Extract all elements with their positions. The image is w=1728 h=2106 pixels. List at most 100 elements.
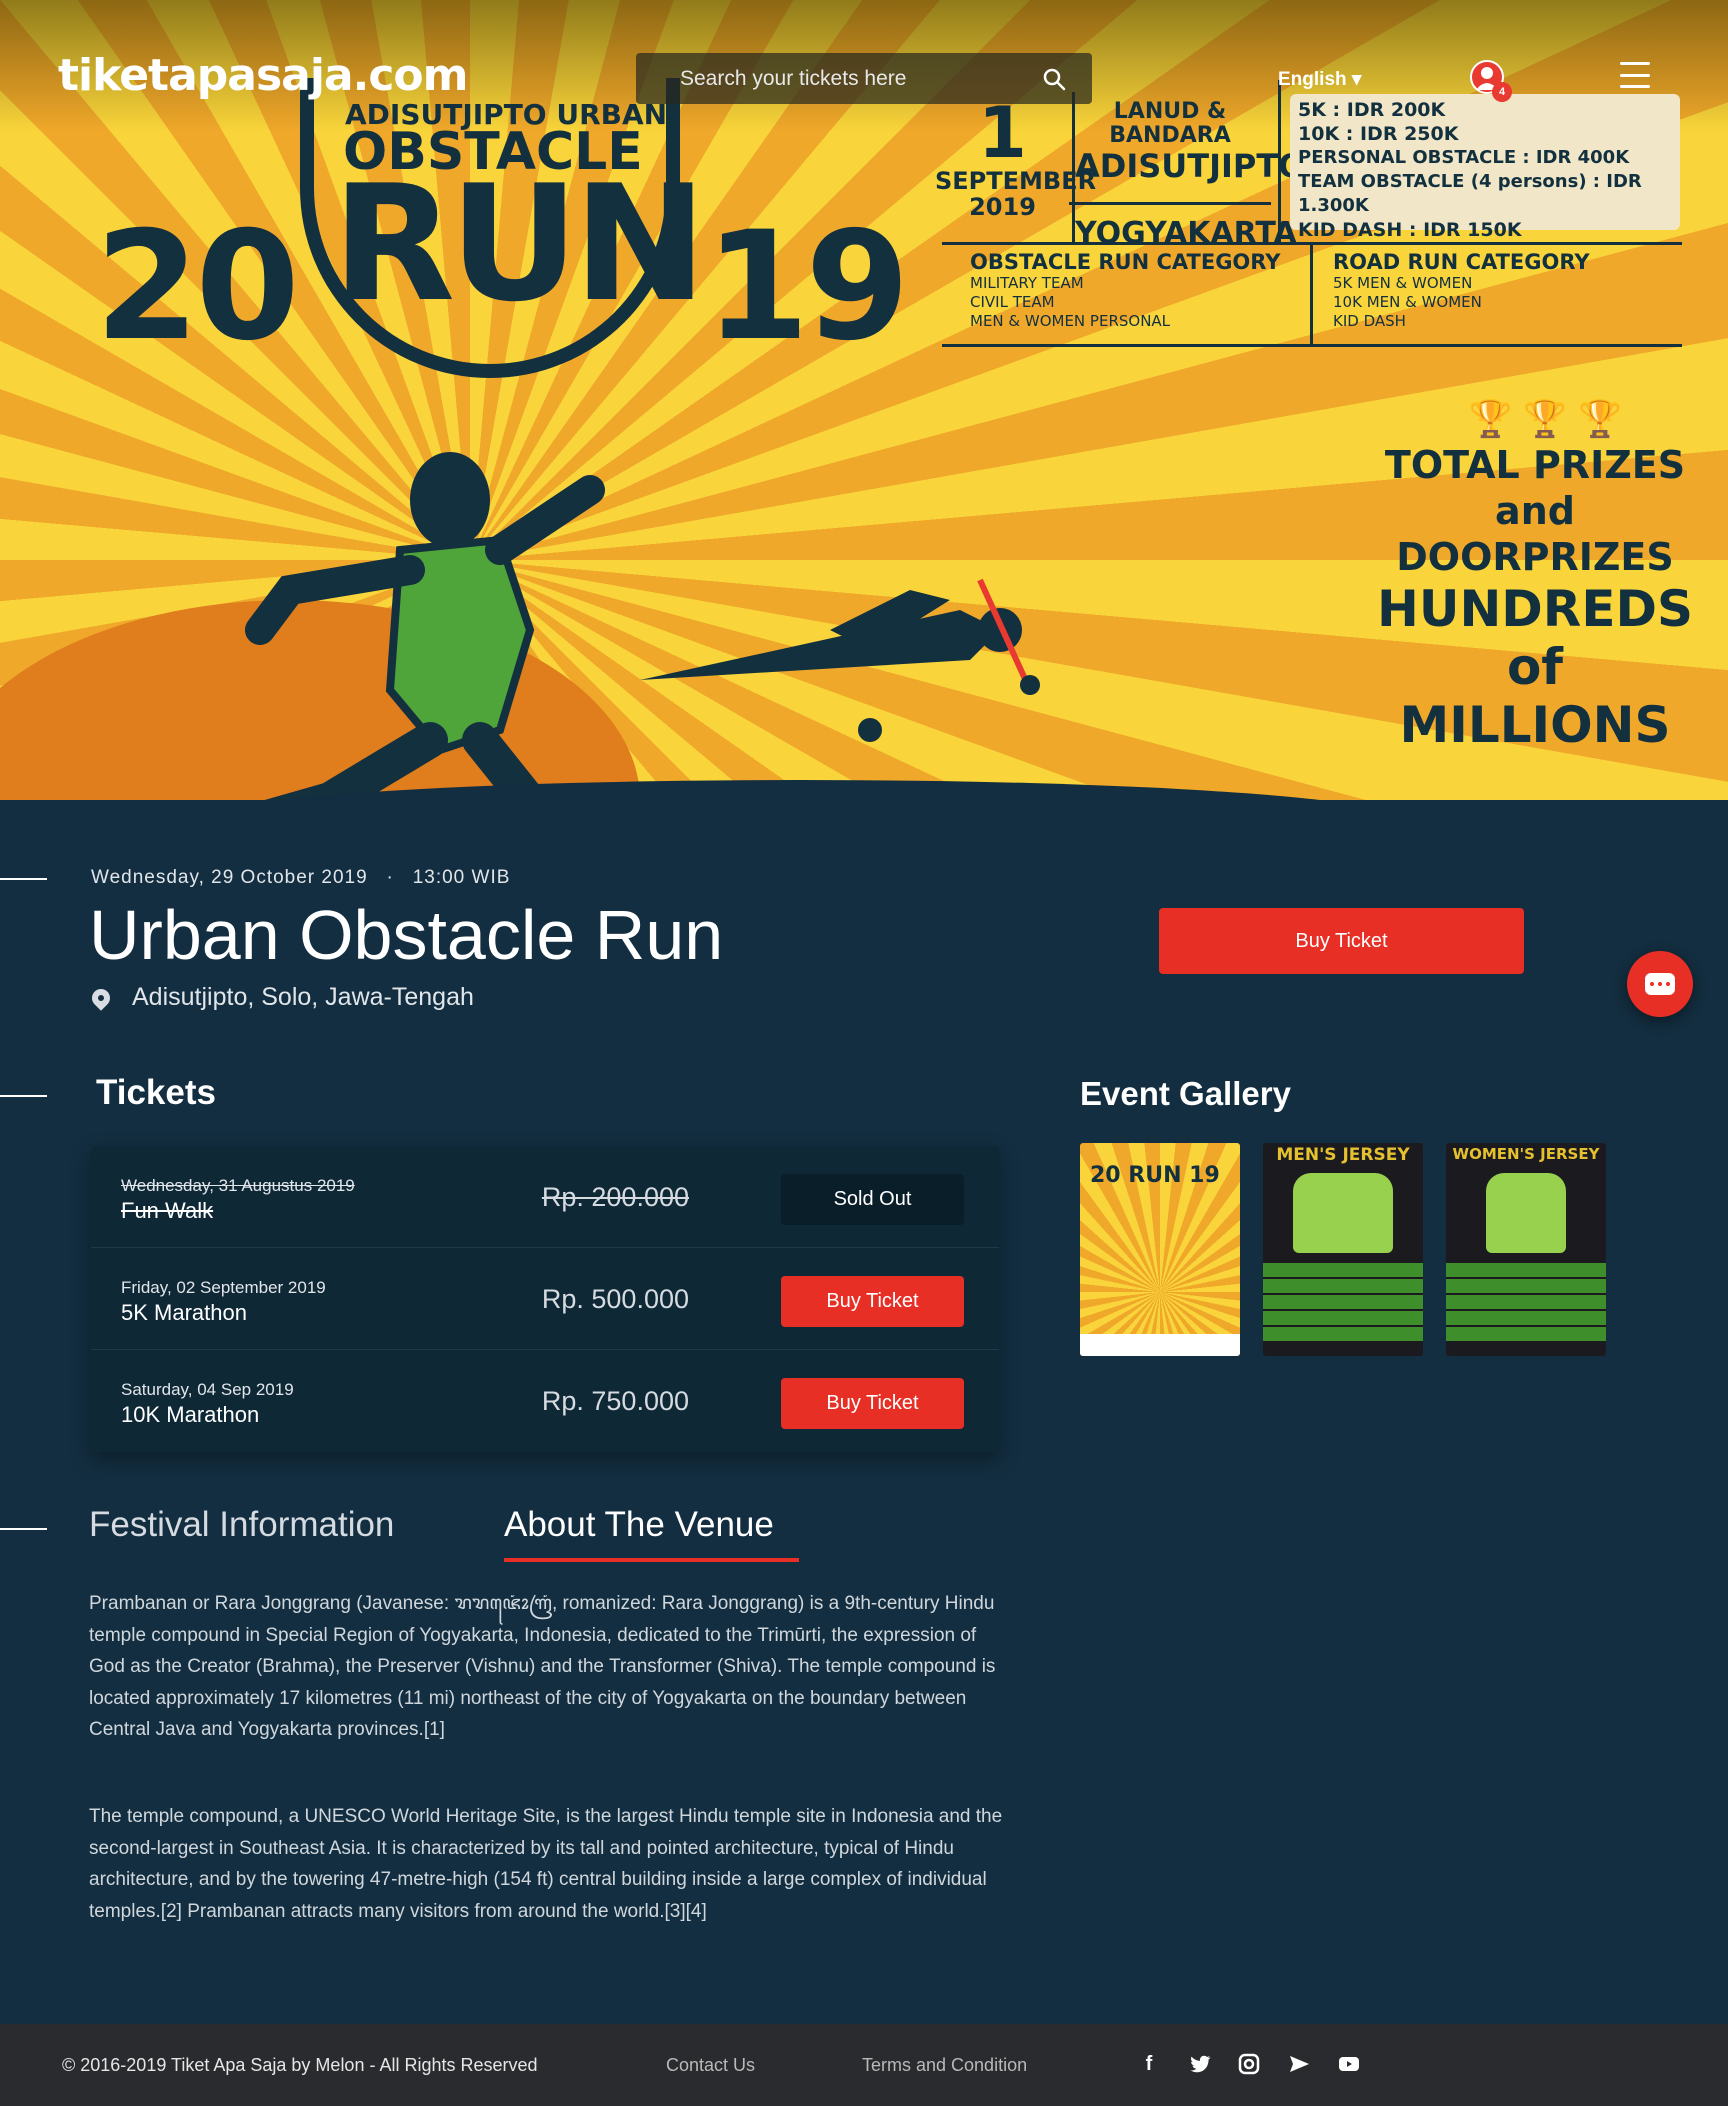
poster-divider xyxy=(1310,245,1313,345)
road-category-item: KID DASH xyxy=(1333,312,1406,330)
footer-terms-link[interactable]: Terms and Condition xyxy=(862,2055,1027,2076)
event-location-text: Adisutjipto, Solo, Jawa-Tengah xyxy=(132,983,474,1011)
poster-date-month: SEPTEMBER xyxy=(935,167,1097,195)
gallery-thumbnail[interactable]: WOMEN'S JERSEY xyxy=(1446,1143,1606,1356)
gallery-thumbnail-label: WOMEN'S JERSEY xyxy=(1452,1145,1600,1163)
gallery-thumbnail[interactable]: 20 RUN 19 xyxy=(1080,1143,1240,1356)
event-title: Urban Obstacle Run xyxy=(89,896,724,974)
ticket-date: Saturday, 04 Sep 2019 xyxy=(121,1380,294,1399)
prizes-line: HUNDREDS xyxy=(1377,580,1693,638)
ticket-price: Rp. 750.000 xyxy=(541,1386,689,1416)
poster-price-item: 5K : IDR 200K xyxy=(1298,99,1446,121)
poster-venue: LANUD & BANDARA ADISUTJIPTO YOGYAKARTA xyxy=(1069,99,1306,251)
about-paragraph: The temple compound, a UNESCO World Heri… xyxy=(89,1806,1003,1922)
footer-copyright: © 2016-2019 Tiket Apa Saja by Melon - Al… xyxy=(62,2054,538,2075)
about-paragraph: Prambanan or Rara Jonggrang (Javanese: ꦫ… xyxy=(89,1593,996,1740)
facebook-icon[interactable]: f xyxy=(1137,2052,1161,2076)
tab-about-the-venue[interactable]: About The Venue xyxy=(504,1505,774,1545)
event-separator: · xyxy=(386,867,394,888)
poster-venue-line1: LANUD & BANDARA xyxy=(1109,99,1231,148)
poster-price-item: PERSONAL OBSTACLE : IDR 400K xyxy=(1298,147,1630,168)
chat-icon xyxy=(1645,973,1675,995)
poster-price-item: TEAM OBSTACLE (4 persons) : IDR 1.300K xyxy=(1298,171,1642,216)
hero-banner: ADISUTJIPTO URBAN OBSTACLE RUN 20 19 1 S… xyxy=(0,0,1728,823)
user-avatar[interactable]: 4 xyxy=(1470,60,1512,102)
poster-ground xyxy=(0,800,1728,823)
poster-price-list: 5K : IDR 200K 10K : IDR 250K PERSONAL OB… xyxy=(1290,94,1680,241)
prizes-line: TOTAL PRIZES xyxy=(1384,443,1686,487)
twitter-icon[interactable] xyxy=(1188,2052,1212,2076)
poster-obstacle-category: OBSTACLE RUN CATEGORY MILITARY TEAM CIVI… xyxy=(970,250,1281,331)
obstacle-category-title: OBSTACLE RUN CATEGORY xyxy=(970,250,1281,274)
prizes-line: MILLIONS xyxy=(1399,696,1671,754)
sold-out-button: Sold Out xyxy=(781,1174,964,1225)
runner-illustration xyxy=(242,452,605,823)
ticket-date: Wednesday, 31 Augustus 2019 xyxy=(121,1176,355,1195)
gallery-thumbnail[interactable]: MEN'S JERSEY xyxy=(1263,1143,1423,1356)
search-bar xyxy=(636,53,1092,104)
obstacle-category-item: CIVIL TEAM xyxy=(970,293,1055,311)
section-marker xyxy=(0,878,47,880)
ticket-price: Rp. 500.000 xyxy=(541,1284,689,1314)
road-category-item: 5K MEN & WOMEN xyxy=(1333,274,1473,292)
buy-ticket-button[interactable]: Buy Ticket xyxy=(781,1276,964,1327)
event-time: 13:00 WIB xyxy=(412,867,511,888)
poster-title-run: RUN xyxy=(332,150,707,337)
event-datetime: Wednesday, 29 October 2019 · 13:00 WIB xyxy=(91,867,510,889)
airplane-illustration xyxy=(640,578,1040,742)
poster-divider xyxy=(1278,80,1281,242)
ticket-name: Fun Walk xyxy=(121,1198,214,1223)
hamburger-menu-icon[interactable] xyxy=(1620,62,1650,88)
poster-date-year: 2019 xyxy=(969,193,1036,221)
prizes-line: and xyxy=(1495,489,1575,533)
ticket-row: Friday, 02 September 2019 5K Marathon Rp… xyxy=(91,1248,999,1350)
ticket-name: 5K Marathon xyxy=(121,1300,247,1325)
buy-ticket-button[interactable]: Buy Ticket xyxy=(1159,908,1524,974)
poster-venue-line2: ADISUTJIPTO xyxy=(1075,147,1306,185)
footer: © 2016-2019 Tiket Apa Saja by Melon - Al… xyxy=(0,2024,1728,2106)
language-select[interactable]: English ▾ xyxy=(1278,68,1361,91)
event-location: Adisutjipto, Solo, Jawa-Tengah xyxy=(88,983,474,1012)
instagram-icon[interactable] xyxy=(1237,2052,1261,2076)
footer-contact-link[interactable]: Contact Us xyxy=(666,2055,755,2076)
prizes-line: DOORPRIZES xyxy=(1396,535,1674,579)
poster-price-item: 10K : IDR 250K xyxy=(1298,123,1459,145)
poster-venue-city: YOGYAKARTA xyxy=(1075,216,1297,251)
notification-badge: 4 xyxy=(1492,82,1512,102)
ticket-row: Wednesday, 31 Augustus 2019 Fun Walk Rp.… xyxy=(91,1146,999,1248)
section-marker xyxy=(0,1095,47,1097)
poster-date: 1 SEPTEMBER 2019 xyxy=(935,98,1097,221)
tab-festival-information[interactable]: Festival Information xyxy=(89,1505,394,1545)
ticket-date: Friday, 02 September 2019 xyxy=(121,1278,326,1297)
poster-road-category: ROAD RUN CATEGORY 5K MEN & WOMEN 10K MEN… xyxy=(1333,250,1590,331)
tickets-list: Wednesday, 31 Augustus 2019 Fun Walk Rp.… xyxy=(91,1146,999,1452)
ticket-price: Rp. 200.000 xyxy=(541,1182,689,1212)
tickets-heading: Tickets xyxy=(96,1073,216,1112)
gallery-thumbnail-label: 20 RUN 19 xyxy=(1090,1163,1220,1188)
telegram-icon[interactable] xyxy=(1287,2052,1311,2076)
poster-rule xyxy=(942,344,1682,347)
search-input[interactable] xyxy=(680,66,1042,91)
gallery-thumbnail-label: MEN'S JERSEY xyxy=(1276,1145,1410,1165)
event-date: Wednesday, 29 October 2019 xyxy=(91,867,368,888)
poster-prizes: TOTAL PRIZES and DOORPRIZES HUNDREDS of … xyxy=(1370,442,1700,754)
road-category-item: 10K MEN & WOMEN xyxy=(1333,293,1482,311)
road-category-title: ROAD RUN CATEGORY xyxy=(1333,250,1590,274)
buy-ticket-button[interactable]: Buy Ticket xyxy=(781,1378,964,1429)
obstacle-category-item: MILITARY TEAM xyxy=(970,274,1084,292)
youtube-icon[interactable] xyxy=(1337,2052,1361,2076)
obstacle-category-item: MEN & WOMEN PERSONAL xyxy=(970,312,1171,330)
event-gallery: 20 RUN 19 MEN'S JERSEY WOMEN'S JERSEY xyxy=(1080,1143,1606,1356)
search-icon[interactable] xyxy=(1042,67,1066,91)
ticket-row: Saturday, 04 Sep 2019 10K Marathon Rp. 7… xyxy=(91,1350,999,1452)
site-logo[interactable]: tiketapasaja.com xyxy=(58,50,468,101)
chat-button[interactable] xyxy=(1627,951,1693,1017)
location-pin-icon xyxy=(88,984,114,1011)
gallery-heading: Event Gallery xyxy=(1080,1075,1291,1112)
trophy-icons: 🏆🏆🏆 xyxy=(1468,398,1633,439)
poster-year-left: 20 xyxy=(95,200,300,374)
active-tab-indicator xyxy=(504,1558,799,1562)
poster-price-item: KID DASH : IDR 150K xyxy=(1298,219,1522,241)
poster-year-right: 19 xyxy=(705,200,910,374)
prizes-line: of xyxy=(1506,638,1564,696)
